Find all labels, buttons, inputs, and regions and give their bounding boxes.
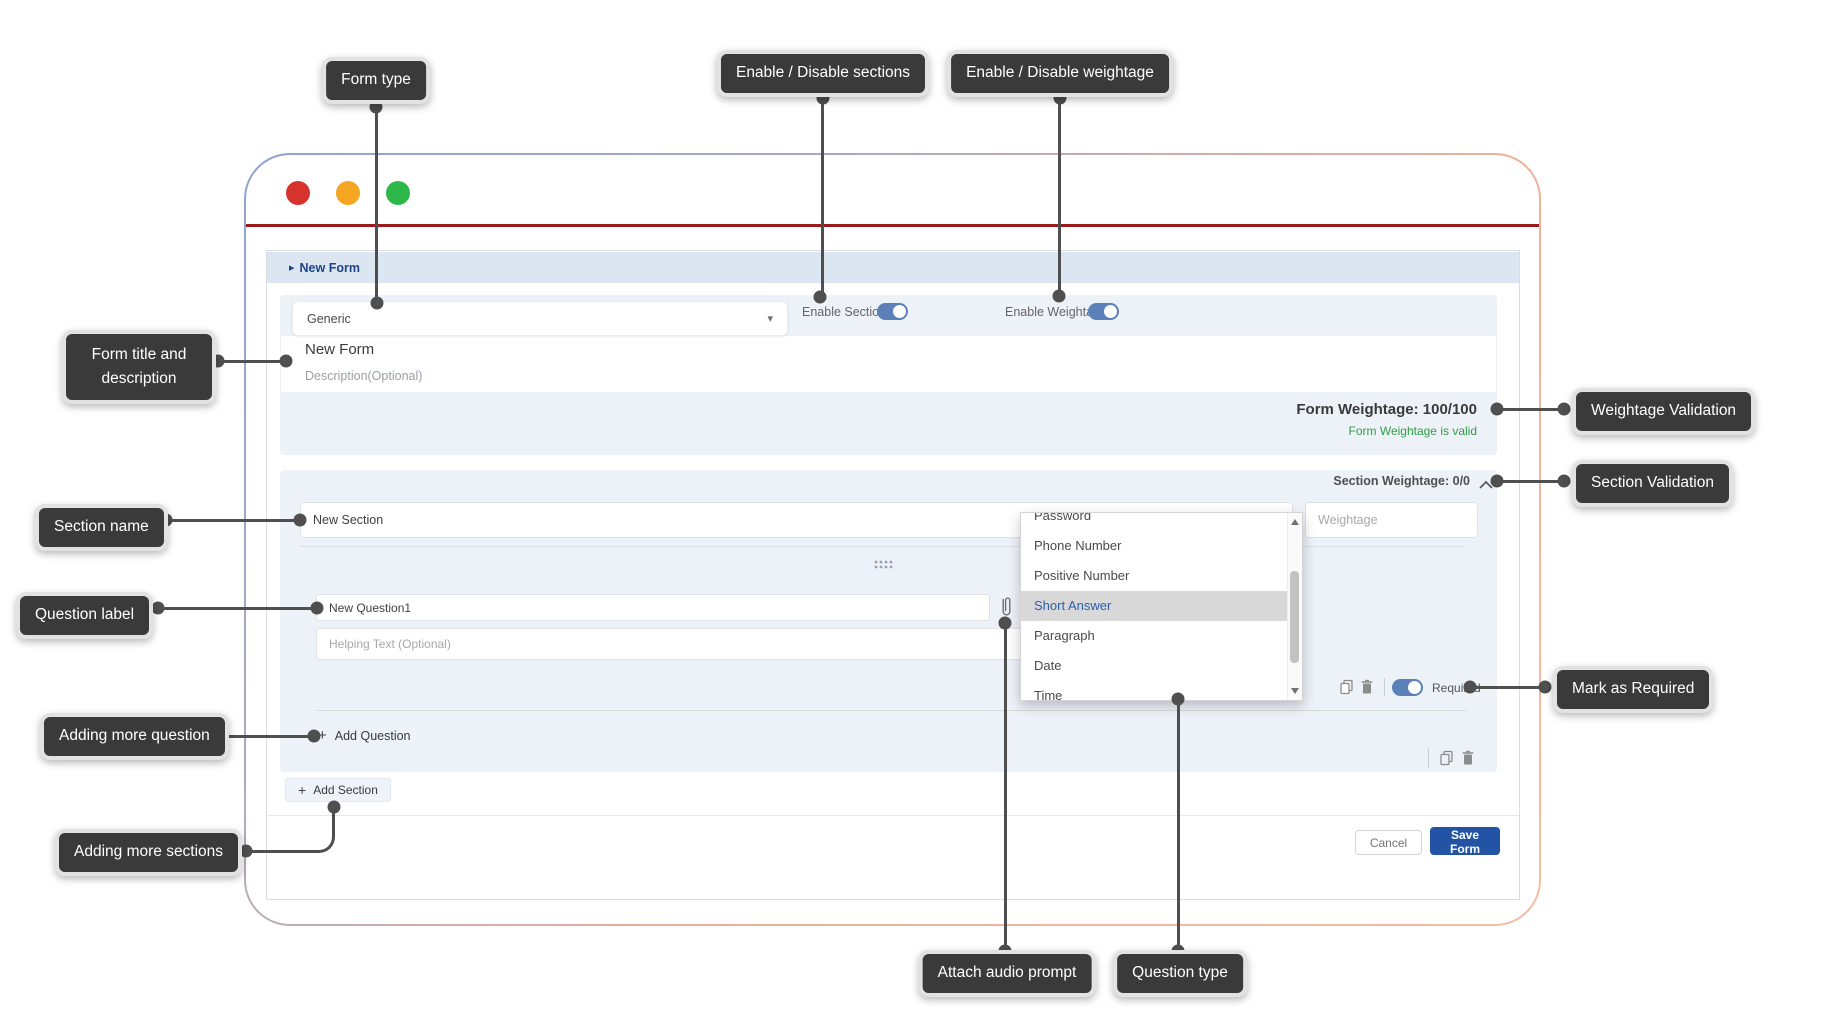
- delete-section-button[interactable]: [1460, 750, 1476, 766]
- connector-dot: [1491, 403, 1504, 416]
- save-form-button[interactable]: Save Form: [1430, 827, 1500, 855]
- chevron-down-icon: ▾: [767, 312, 773, 325]
- window-close-button[interactable]: [286, 181, 310, 205]
- window-maximize-button[interactable]: [386, 181, 410, 205]
- dropdown-option-password[interactable]: Password: [1021, 512, 1289, 531]
- scroll-down-icon[interactable]: [1291, 688, 1299, 694]
- question-type-dropdown: Password Phone Number Positive Number Sh…: [1020, 512, 1303, 701]
- cancel-button[interactable]: Cancel: [1355, 830, 1422, 855]
- copy-question-button[interactable]: [1339, 679, 1355, 695]
- form-description-input[interactable]: [303, 368, 907, 384]
- connector-line: [1497, 480, 1564, 483]
- connector-line: [375, 107, 378, 303]
- connector-dot: [1558, 403, 1571, 416]
- form-type-value: Generic: [307, 312, 351, 326]
- add-section-button[interactable]: + Add Section: [285, 778, 391, 802]
- scroll-up-icon[interactable]: [1291, 519, 1299, 525]
- callout-form-type: Form type: [322, 57, 430, 104]
- form-weightage-text: Form Weightage: 100/100: [1000, 401, 1477, 418]
- dropdown-option-positive-number[interactable]: Positive Number: [1021, 561, 1289, 591]
- connector-line: [246, 806, 335, 853]
- add-section-label: Add Section: [313, 783, 378, 797]
- add-question-label: Add Question: [335, 729, 411, 743]
- breadcrumb-label: New Form: [300, 261, 360, 275]
- section-actions-divider: [1428, 748, 1429, 768]
- dropdown-option-short-answer[interactable]: Short Answer: [1021, 591, 1289, 621]
- connector-dot: [311, 602, 324, 615]
- breadcrumb-arrow-icon: ▸: [289, 261, 295, 274]
- callout-section-validation: Section Validation: [1572, 460, 1733, 507]
- callout-enable-weightage: Enable / Disable weightage: [947, 50, 1173, 97]
- connector-line: [1004, 623, 1007, 952]
- breadcrumb[interactable]: ▸ New Form: [267, 252, 1519, 283]
- form-title-input[interactable]: [303, 340, 907, 359]
- footer-divider: [267, 815, 1519, 816]
- connector-dot: [999, 617, 1012, 630]
- connector-dot: [814, 291, 827, 304]
- dropdown-option-time[interactable]: Time: [1021, 681, 1289, 701]
- connector-dot: [1539, 681, 1552, 694]
- callout-form-title: Form title and description: [62, 330, 216, 404]
- connector-dot: [308, 730, 321, 743]
- copy-icon: [1339, 683, 1355, 698]
- connector-dot: [1172, 693, 1185, 706]
- form-type-select[interactable]: Generic ▾: [292, 301, 788, 336]
- topbar-accent-line: [246, 224, 1539, 227]
- attach-audio-button[interactable]: [997, 595, 1015, 619]
- enable-sections-toggle[interactable]: [877, 303, 908, 320]
- callout-attach-audio: Attach audio prompt: [919, 950, 1096, 997]
- callout-question-type: Question type: [1113, 950, 1247, 997]
- dropdown-option-phone-number[interactable]: Phone Number: [1021, 531, 1289, 561]
- connector-line: [218, 360, 286, 363]
- callout-section-name: Section name: [35, 504, 168, 551]
- enable-weightage-toggle[interactable]: [1088, 303, 1119, 320]
- connector-dot: [294, 514, 307, 527]
- connector-line: [1177, 699, 1180, 952]
- callout-enable-sections: Enable / Disable sections: [717, 50, 929, 97]
- delete-question-button[interactable]: [1359, 679, 1375, 695]
- connector-line: [166, 519, 300, 522]
- callout-adding-sections: Adding more sections: [55, 829, 242, 876]
- question-block-bottom-border: [316, 710, 1466, 711]
- trash-icon: [1460, 754, 1476, 769]
- question-label-input[interactable]: [316, 594, 990, 621]
- section-weightage-input[interactable]: [1305, 502, 1478, 538]
- callout-adding-question: Adding more question: [40, 713, 229, 760]
- dropdown-scrollbar[interactable]: [1287, 513, 1302, 700]
- required-toggle[interactable]: [1392, 679, 1423, 696]
- dropdown-option-date[interactable]: Date: [1021, 651, 1289, 681]
- connector-dot: [1491, 475, 1504, 488]
- connector-line: [222, 735, 314, 738]
- dropdown-option-paragraph[interactable]: Paragraph: [1021, 621, 1289, 651]
- copy-section-button[interactable]: [1439, 750, 1455, 766]
- connector-line: [1497, 408, 1564, 411]
- connector-line: [1470, 686, 1545, 689]
- connector-dot: [371, 297, 384, 310]
- connector-line: [1058, 98, 1061, 296]
- trash-icon: [1359, 683, 1375, 698]
- callout-question-label: Question label: [16, 592, 153, 639]
- copy-icon: [1439, 754, 1455, 769]
- form-weightage-valid-text: Form Weightage is valid: [1000, 424, 1477, 438]
- connector-dot: [1053, 290, 1066, 303]
- add-question-button[interactable]: + Add Question: [318, 727, 411, 744]
- plus-icon: +: [298, 782, 306, 798]
- connector-dot: [152, 602, 165, 615]
- connector-line: [158, 607, 317, 610]
- connector-dot: [1558, 475, 1571, 488]
- drag-handle-icon[interactable]: [874, 556, 894, 574]
- screenshot-stage: ▸ New Form Generic ▾ Enable Sections Ena…: [0, 0, 1847, 1025]
- window-minimize-button[interactable]: [336, 181, 360, 205]
- connector-dot: [1464, 681, 1477, 694]
- scrollbar-thumb[interactable]: [1290, 571, 1299, 663]
- required-row-divider: [1384, 678, 1385, 696]
- connector-line: [821, 98, 824, 297]
- callout-mark-required: Mark as Required: [1553, 666, 1713, 713]
- section-weightage-text: Section Weightage: 0/0: [1100, 474, 1470, 488]
- callout-weightage-validation: Weightage Validation: [1572, 388, 1755, 435]
- connector-dot: [280, 355, 293, 368]
- connector-dot: [328, 801, 341, 814]
